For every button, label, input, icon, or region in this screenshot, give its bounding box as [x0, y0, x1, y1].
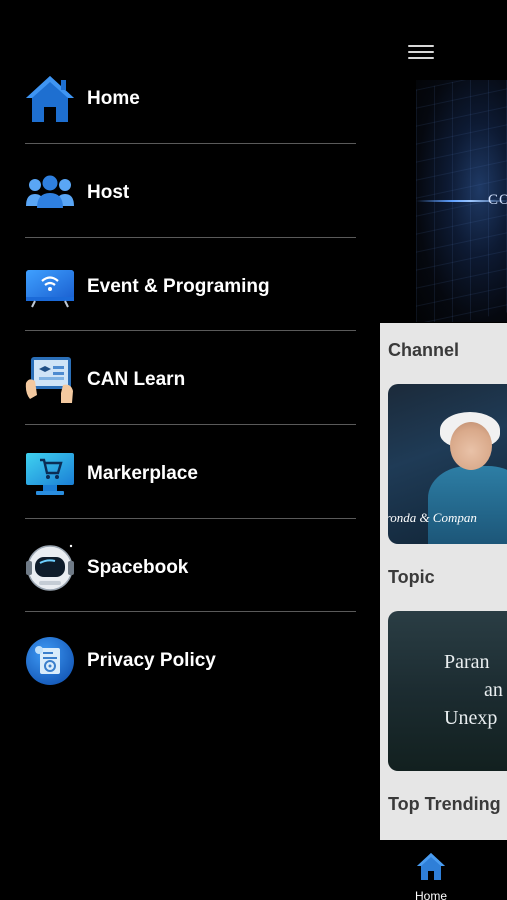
- section-title-trending: Top Trending: [388, 794, 501, 814]
- menu-item-can-learn[interactable]: CAN Learn: [25, 333, 356, 427]
- content-area: Channel ironda & Compan Topic Paran an U…: [380, 323, 507, 840]
- side-drawer: Home Host Event & Programing CAN Learn M…: [0, 0, 380, 900]
- tab-bar: Home: [380, 840, 507, 900]
- tv-icon: [26, 269, 74, 308]
- topic-card[interactable]: Paran an Unexp: [388, 611, 507, 771]
- home-icon: [26, 75, 74, 122]
- menu-item-host-label: Host: [87, 181, 130, 203]
- channel-card[interactable]: ironda & Compan: [388, 384, 507, 544]
- menu-item-markerplace[interactable]: Markerplace: [25, 427, 356, 521]
- divider: [25, 330, 356, 331]
- menu-item-host[interactable]: Host: [25, 146, 356, 240]
- hamburger-menu-icon[interactable]: [404, 38, 438, 68]
- channel-card-caption: ironda & Compan: [388, 510, 477, 525]
- menu-item-home-label: Home: [87, 87, 140, 109]
- tablet-learn-icon: [25, 356, 73, 403]
- topic-card-line-1: Paran: [444, 651, 490, 673]
- hero-banner[interactable]: CO: [416, 80, 507, 322]
- divider: [25, 237, 356, 238]
- divider: [25, 518, 356, 519]
- divider: [25, 143, 356, 144]
- section-title-topic: Topic: [388, 567, 435, 587]
- section-title-channel: Channel: [388, 340, 460, 360]
- divider: [25, 424, 356, 425]
- menu-item-spacebook-label: Spacebook: [87, 556, 189, 578]
- menu-item-privacy-policy[interactable]: Privacy Policy: [25, 614, 356, 708]
- tab-home-label: Home: [414, 889, 447, 900]
- home-icon: [417, 853, 445, 880]
- menu-item-spacebook[interactable]: Spacebook: [25, 521, 356, 615]
- divider: [25, 611, 356, 612]
- astronaut-helmet-icon: [26, 544, 74, 591]
- topic-card-line-2: an: [484, 679, 503, 701]
- menu-item-markerplace-label: Markerplace: [87, 462, 198, 484]
- users-icon: [26, 175, 74, 208]
- topic-card-line-3: Unexp: [444, 707, 498, 729]
- menu-item-privacy-policy-label: Privacy Policy: [87, 649, 216, 671]
- menu-item-can-learn-label: CAN Learn: [87, 368, 186, 390]
- menu-item-event-programing[interactable]: Event & Programing: [25, 240, 356, 334]
- shopping-cart-icon: [26, 452, 74, 495]
- menu-item-home[interactable]: Home: [25, 52, 356, 146]
- privacy-policy-icon: [26, 636, 74, 685]
- menu-item-event-programing-label: Event & Programing: [87, 275, 270, 297]
- tab-home[interactable]: Home: [410, 846, 452, 900]
- hero-text: CO: [488, 192, 507, 208]
